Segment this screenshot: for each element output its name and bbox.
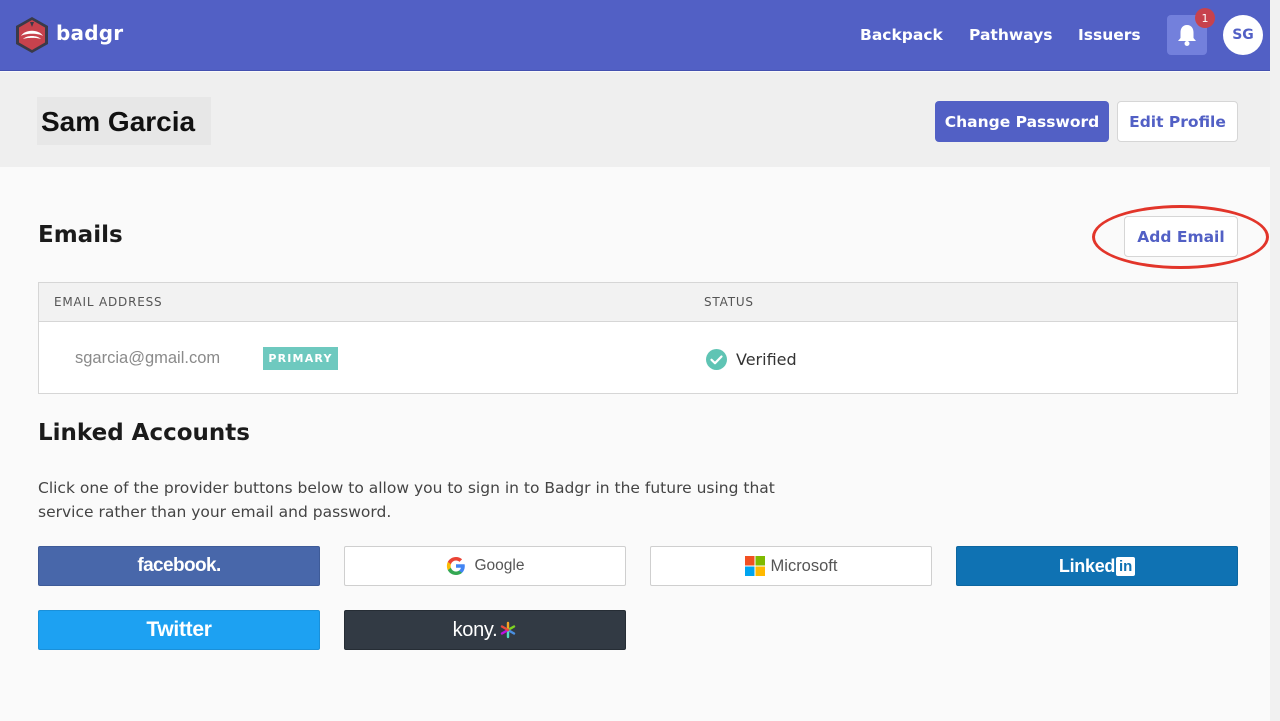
badgr-logo-icon xyxy=(16,17,48,53)
user-avatar[interactable]: SG xyxy=(1223,15,1263,55)
linkedin-signin-button[interactable]: Linked in xyxy=(956,546,1238,586)
column-header-status: STATUS xyxy=(704,295,754,309)
brand-logo-link[interactable]: badgr xyxy=(13,16,123,54)
twitter-signin-button[interactable]: Twitter xyxy=(38,610,320,650)
top-navbar: badgr Backpack Pathways Issuers 1 SG xyxy=(0,0,1280,71)
emails-heading: Emails xyxy=(38,222,123,248)
linked-accounts-heading: Linked Accounts xyxy=(38,420,250,446)
status-text: Verified xyxy=(736,349,797,369)
facebook-signin-button[interactable]: facebook. xyxy=(38,546,320,586)
bell-icon xyxy=(1178,25,1196,46)
primary-badge: PRIMARY xyxy=(263,347,338,370)
facebook-logo-text: facebook. xyxy=(137,555,221,576)
edit-profile-button[interactable]: Edit Profile xyxy=(1117,101,1238,142)
google-logo-icon xyxy=(446,557,465,575)
kony-logo-text: kony. xyxy=(452,618,498,641)
column-header-email: EMAIL ADDRESS xyxy=(54,295,163,309)
kony-asterisk-icon xyxy=(501,621,516,639)
profile-name: Sam Garcia xyxy=(37,97,211,145)
highlight-annotation-circle xyxy=(1092,205,1269,269)
linkedin-in-badge: in xyxy=(1116,556,1136,576)
emails-table: EMAIL ADDRESS STATUS sgarcia@gmail.com P… xyxy=(38,282,1238,394)
nav-pathways[interactable]: Pathways xyxy=(969,24,1052,46)
google-signin-button[interactable]: Google xyxy=(344,546,626,586)
linkedin-logo-text: Linked xyxy=(1058,555,1116,576)
kony-signin-button[interactable]: kony. xyxy=(344,610,626,650)
change-password-button[interactable]: Change Password xyxy=(935,101,1109,142)
microsoft-signin-button[interactable]: Microsoft xyxy=(650,546,932,586)
nav-issuers[interactable]: Issuers xyxy=(1078,24,1141,46)
nav-backpack[interactable]: Backpack xyxy=(860,24,943,46)
emails-table-header: EMAIL ADDRESS STATUS xyxy=(39,283,1237,322)
notification-count-badge: 1 xyxy=(1195,8,1215,28)
microsoft-logo-icon xyxy=(744,556,765,576)
email-address: sgarcia@gmail.com xyxy=(75,349,221,367)
google-label: Google xyxy=(474,557,525,574)
microsoft-label: Microsoft xyxy=(770,556,838,575)
twitter-logo-text: Twitter xyxy=(146,618,212,641)
email-status: Verified xyxy=(706,347,797,371)
verified-check-icon xyxy=(706,348,727,370)
linked-accounts-description: Click one of the provider buttons below … xyxy=(38,479,775,521)
brand-name: badgr xyxy=(56,20,124,45)
page-scrollbar[interactable] xyxy=(1270,0,1280,721)
